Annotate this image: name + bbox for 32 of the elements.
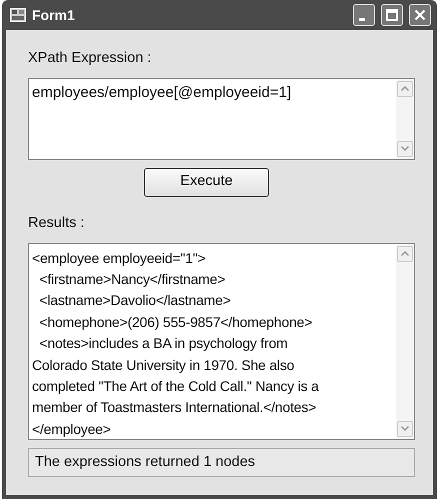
window-title: Form1 [32, 6, 75, 24]
scrollbar[interactable] [396, 78, 414, 159]
maximize-button[interactable] [381, 4, 403, 26]
chevron-down-icon [401, 146, 409, 152]
close-icon [414, 9, 426, 21]
scroll-down-button[interactable] [397, 420, 413, 436]
chevron-down-icon [401, 426, 409, 431]
minimize-button[interactable] [353, 4, 375, 26]
field-label: XPath Expression : [28, 49, 152, 68]
status-text: The expressions returned 1 nodes [28, 448, 415, 478]
result-line: <firstname>Nancy</firstname> [38, 270, 226, 289]
scrollbar[interactable] [396, 244, 414, 438]
maximize-icon [386, 9, 398, 21]
result-line: Colorado State University in 1970. She also [32, 356, 296, 375]
form-icon [10, 8, 26, 22]
minimize-icon [358, 18, 364, 20]
result-line: </employee> [32, 420, 112, 439]
close-button[interactable] [409, 4, 431, 26]
result-line: <lastname>Davolio</lastname> [38, 291, 232, 310]
result-line: <employee employeeid="1"> [32, 248, 206, 268]
result-line: completed "The Art of the Cold Call." Nancy is a [32, 376, 320, 396]
chevron-up-icon [401, 251, 409, 256]
result-line: <homephone>(206) 555-9857</homephone> [38, 312, 314, 332]
chevron-up-icon [401, 86, 409, 92]
result-line: member of Toastmasters International.</notes> [32, 398, 318, 418]
scroll-down-button[interactable] [397, 140, 413, 157]
result-line: <notes>includes a BA in psychology from [38, 334, 289, 354]
expression-field[interactable]: employees/employee[@employeeid=1] [28, 78, 415, 160]
scroll-up-button[interactable] [397, 246, 413, 262]
scroll-up-button[interactable] [397, 80, 413, 97]
results-label: Results : [28, 214, 86, 233]
execute-button[interactable]: Execute [144, 168, 269, 197]
